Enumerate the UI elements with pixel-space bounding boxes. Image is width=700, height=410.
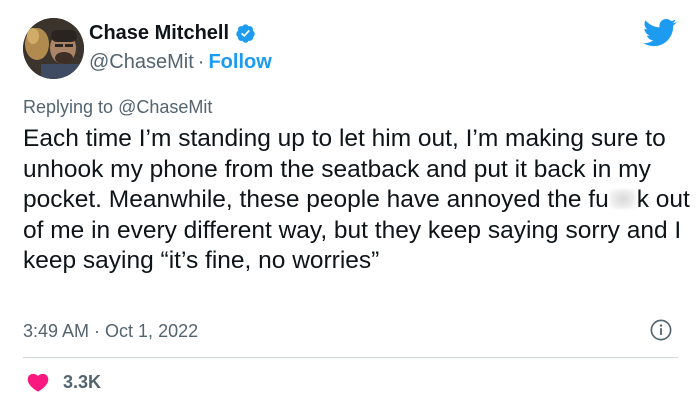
author-name-row: Chase Mitchell bbox=[89, 21, 256, 45]
follow-button[interactable]: Follow bbox=[208, 51, 271, 73]
like-count: 3.3K bbox=[63, 372, 102, 392]
censored-blur bbox=[609, 189, 636, 209]
divider bbox=[23, 357, 678, 358]
author-display-name[interactable]: Chase Mitchell bbox=[89, 21, 229, 45]
reply-prefix: Replying to bbox=[23, 97, 114, 117]
heart-icon[interactable] bbox=[27, 372, 49, 392]
avatar[interactable] bbox=[23, 18, 84, 79]
tweet-text-part-1: Each time I’m standing up to let him out… bbox=[23, 125, 666, 213]
like-action[interactable]: 3.3K bbox=[27, 370, 101, 394]
author-handle-row: @ChaseMit · Follow bbox=[89, 50, 272, 74]
tweet-time: 3:49 AM bbox=[23, 321, 90, 341]
reply-mention-link[interactable]: @ChaseMit bbox=[118, 97, 212, 117]
tweet-timestamp[interactable]: 3:49 AM · Oct 1, 2022 bbox=[23, 319, 198, 343]
info-icon[interactable] bbox=[650, 319, 672, 341]
tweet-date: Oct 1, 2022 bbox=[105, 321, 199, 341]
reply-context: Replying to @ChaseMit bbox=[23, 95, 212, 119]
verified-badge-icon bbox=[236, 23, 255, 43]
handle-separator: · bbox=[197, 51, 205, 73]
avatar-photo bbox=[23, 18, 84, 79]
twitter-bird-icon[interactable] bbox=[643, 18, 677, 48]
author-handle[interactable]: @ChaseMit bbox=[89, 51, 194, 73]
tweet-text: Each time I’m standing up to let him out… bbox=[23, 124, 693, 277]
timestamp-separator: · bbox=[94, 321, 101, 341]
